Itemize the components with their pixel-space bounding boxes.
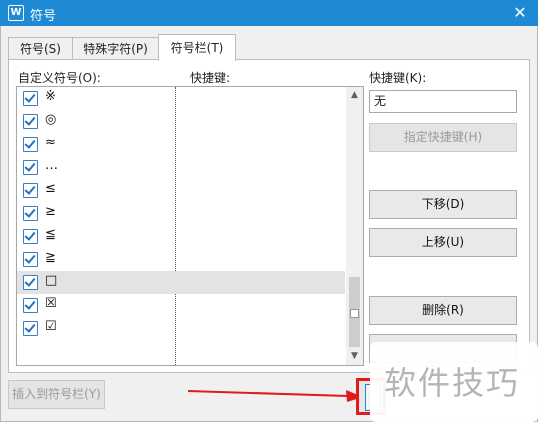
tab-symbol-bar[interactable]: 符号栏(T) — [158, 34, 236, 61]
checkbox-checked-icon[interactable] — [23, 137, 38, 152]
list-shortcut-header: 快捷键: — [190, 71, 231, 85]
symbol-glyph: ≤ — [45, 181, 56, 196]
assign-shortcut-button[interactable]: 指定快捷键(H) — [369, 123, 517, 152]
list-item[interactable]: … — [17, 156, 345, 179]
vertical-scrollbar[interactable]: ▲ ▼ — [346, 87, 363, 365]
shortcut-label: 快捷键(K): — [369, 71, 427, 85]
symbol-glyph: ◎ — [45, 112, 57, 127]
scroll-down-icon[interactable]: ▼ — [346, 348, 363, 365]
move-down-button[interactable]: 下移(D) — [369, 190, 517, 219]
checkbox-checked-icon[interactable] — [23, 298, 38, 313]
custom-symbols-label: 自定义符号(O): — [18, 71, 101, 85]
symbol-glyph: ☑ — [45, 319, 57, 334]
close-icon[interactable]: ✕ — [502, 0, 538, 26]
delete-button[interactable]: 删除(R) — [369, 296, 517, 325]
symbol-glyph: ≈ — [45, 135, 56, 150]
list-item[interactable]: ※ — [17, 87, 345, 110]
list-item[interactable]: ☑ — [17, 317, 345, 340]
list-item[interactable]: ≥ — [17, 202, 345, 225]
move-up-button[interactable]: 上移(U) — [369, 228, 517, 257]
checkbox-checked-icon[interactable] — [23, 321, 38, 336]
checkbox-checked-icon[interactable] — [23, 252, 38, 267]
watermark-text: 软件技巧 — [384, 364, 521, 402]
symbol-glyph: □ — [45, 273, 58, 288]
list-item[interactable]: ≤ — [17, 179, 345, 202]
symbol-glyph: … — [45, 158, 58, 173]
window-title: 符号 — [30, 9, 57, 24]
symbol-list[interactable]: ※ ◎ ≈ … ≤ ≥ ≦ ≧ □ ☒ ☑ ▲ ▼ — [16, 86, 364, 366]
symbol-glyph: ≧ — [45, 250, 56, 265]
shortcut-field[interactable]: 无 — [369, 90, 517, 113]
checkbox-checked-icon[interactable] — [23, 229, 38, 244]
checkbox-checked-icon[interactable] — [23, 183, 38, 198]
symbol-glyph: ☒ — [45, 296, 57, 311]
checkbox-checked-icon[interactable] — [23, 91, 38, 106]
symbol-glyph: ≦ — [45, 227, 56, 242]
checkbox-checked-icon[interactable] — [23, 275, 38, 290]
wps-app-icon: W — [8, 5, 24, 21]
list-item[interactable]: □ — [17, 271, 345, 294]
list-item[interactable]: ◎ — [17, 110, 345, 133]
symbol-glyph: ※ — [45, 89, 56, 104]
scroll-grip-icon — [350, 309, 359, 318]
list-item[interactable]: ≈ — [17, 133, 345, 156]
title-bar: W 符号 ✕ — [0, 0, 538, 26]
checkbox-checked-icon[interactable] — [23, 206, 38, 221]
tab-special-chars[interactable]: 特殊字符(P) — [72, 37, 159, 60]
checkbox-checked-icon[interactable] — [23, 114, 38, 129]
list-item[interactable]: ≧ — [17, 248, 345, 271]
tab-symbols[interactable]: 符号(S) — [8, 37, 73, 60]
list-item[interactable]: ☒ — [17, 294, 345, 317]
symbol-glyph: ≥ — [45, 204, 56, 219]
red-arrow-icon — [187, 390, 363, 402]
scroll-up-icon[interactable]: ▲ — [346, 87, 363, 104]
list-item[interactable]: ≦ — [17, 225, 345, 248]
watermark: 软件技巧 — [370, 342, 538, 422]
insert-to-symbol-bar-button[interactable]: 插入到符号栏(Y) — [8, 380, 105, 409]
checkbox-checked-icon[interactable] — [23, 160, 38, 175]
